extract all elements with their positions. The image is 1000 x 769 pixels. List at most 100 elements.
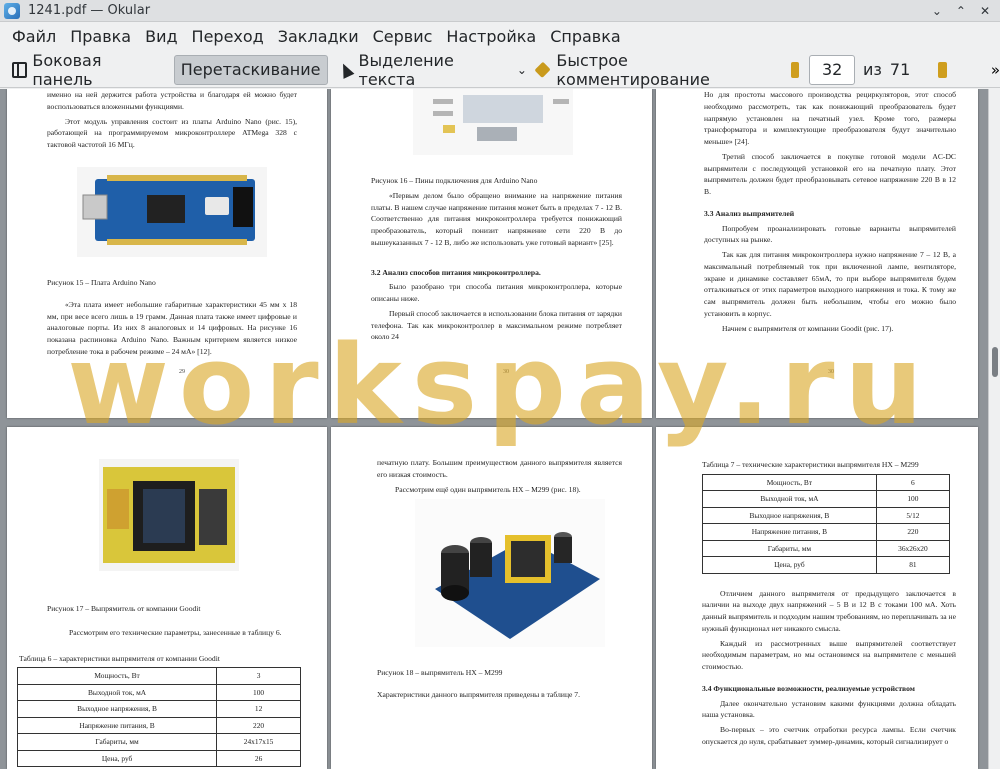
page-number-input[interactable]: 32 (809, 54, 855, 85)
menu-edit[interactable]: Правка (63, 22, 138, 52)
table-row: Мощность, Вт 3 (16, 667, 301, 685)
table-cell: 220 (875, 523, 951, 541)
maximize-icon[interactable]: ⌃ (956, 4, 966, 18)
menu-tools[interactable]: Сервис (366, 22, 440, 52)
page-32: Рисунок 17 – Выпрямитель от компании Goo… (7, 427, 327, 769)
text-select-label: Выделение текста (358, 50, 454, 89)
table-cell: Цена, руб (16, 749, 218, 768)
page-text: «Первым делом было обращено внимание на … (371, 190, 622, 247)
section-heading: 3.4 Функциональные возможности, реализуе… (702, 683, 915, 693)
more-actions-icon[interactable]: » (991, 61, 1000, 79)
page-text: Рассмотрим его технические параметры, за… (69, 627, 282, 637)
hx-m299-image (415, 499, 605, 647)
table-cell: 36х26х20 (875, 539, 951, 558)
scrollbar-thumb[interactable] (992, 347, 998, 377)
page-number: 30 (503, 369, 509, 375)
table-row: Цена, руб 81 (702, 556, 951, 574)
menu-go[interactable]: Переход (185, 22, 271, 52)
page-text: Но для простоты массового производства р… (704, 90, 956, 147)
table-row: Выходное напряжения, В 5/12 (702, 506, 951, 525)
table-cell: Мощность, Вт (16, 667, 218, 685)
page-text: Характеристики данного выпрямителя приве… (377, 689, 580, 699)
table-cell: 220 (216, 716, 301, 735)
table-row: Габариты, мм 24х17х15 (16, 733, 301, 751)
chevron-down-icon[interactable]: ⌄ (517, 63, 527, 77)
page-number: 29 (179, 369, 185, 375)
table-title: Таблица 6 – характеристики выпрямителя о… (19, 653, 220, 663)
okular-app-icon (4, 2, 20, 19)
arduino-nano-image (77, 167, 267, 257)
goodit-rectifier-illustration (103, 467, 235, 563)
pinout-illustration (433, 95, 569, 141)
quick-annotation-button[interactable]: Быстрое комментирование (531, 51, 781, 89)
table-row: Выходное напряжения, В 12 (16, 700, 301, 718)
arduino-nano-illustration (82, 175, 255, 245)
goodit-rectifier-image (99, 459, 239, 571)
menu-file[interactable]: Файл (5, 22, 63, 52)
close-icon[interactable]: ✕ (980, 4, 990, 18)
section-heading: 3.2 Анализ способов питания микроконтрол… (371, 267, 541, 277)
page-text: Попробуем проанализировать готовые вариа… (704, 223, 956, 245)
title-bar: 1241.pdf — Okular ⌄ ⌃ ✕ (0, 0, 1000, 22)
menu-settings[interactable]: Настройка (439, 22, 543, 52)
table-cell: Габариты, мм (16, 733, 218, 751)
table-6: Мощность, Вт 3 Выходной ток, мА 100 Выходн… (16, 667, 301, 768)
table-row: Выходной ток, мА 100 (702, 490, 951, 508)
minimize-icon[interactable]: ⌄ (932, 4, 942, 18)
text-select-tool-button[interactable]: Выделение текста (334, 51, 513, 89)
table-7: Мощность, Вт 6 Выходной ток, мА 100 Выходн… (702, 473, 951, 574)
table-cell: 6 (875, 473, 951, 492)
sidebar-icon (12, 61, 28, 78)
page-text: Начнем с выпрямителя от компании Goodit … (722, 323, 894, 333)
next-page-icon[interactable] (938, 61, 947, 78)
sidebar-toggle-button[interactable]: Боковая панель (6, 51, 166, 89)
annotation-icon (534, 61, 551, 78)
table-cell: 5/12 (875, 506, 951, 525)
page-of-label: из (862, 60, 882, 79)
table-row: Напряжение питания, В 220 (16, 716, 301, 735)
figure-caption: Рисунок 16 – Пины подключения для Arduin… (371, 176, 538, 185)
table-cell: Напряжение питания, В (702, 523, 877, 541)
previous-page-icon[interactable] (790, 61, 800, 78)
table-cell: 100 (216, 683, 301, 702)
menu-help[interactable]: Справка (543, 22, 628, 52)
figure-caption: Рисунок 17 – Выпрямитель от компании Goo… (47, 604, 201, 613)
page-text: Отличием данного выпрямителя от предыдущ… (702, 588, 956, 633)
vertical-scrollbar[interactable] (988, 89, 1000, 769)
page-text: Далее окончательно установим какими функ… (702, 698, 956, 720)
menu-bar: Файл Правка Вид Переход Закладки Сервис … (0, 22, 1000, 52)
page-total-label: 71 (889, 60, 911, 79)
figure-caption: Рисунок 15 – Плата Arduino Nano (47, 278, 156, 287)
document-viewport[interactable]: именно на ней держится работа устройства… (0, 89, 988, 769)
quick-annotation-label: Быстрое комментирование (556, 50, 710, 89)
table-row: Цена, руб 26 (16, 749, 301, 768)
page-34: Таблица 7 – технические характеристики в… (656, 427, 978, 769)
table-cell: 100 (875, 490, 951, 508)
table-cell: 81 (875, 556, 951, 574)
page-text: Было разобрано три способа питания микро… (371, 282, 622, 304)
hx-m299-illustration (435, 532, 600, 639)
cursor-icon (337, 60, 354, 79)
table-cell: Выходной ток, мА (16, 683, 218, 702)
page-text: Каждый из рассмотренных выше выпрямителе… (702, 638, 956, 672)
table-cell: Напряжение питания, В (16, 716, 218, 735)
table-cell: Выходное напряжения, В (702, 506, 877, 525)
browse-tool-label: Перетаскивание (180, 60, 321, 79)
page-text: «Эта плата имеет небольшие габаритные ха… (47, 299, 297, 356)
menu-view[interactable]: Вид (138, 22, 184, 52)
table-cell: Выходное напряжения, В (16, 700, 218, 718)
window-title: 1241.pdf — Okular (28, 3, 151, 18)
page-29: именно на ней держится работа устройства… (7, 89, 327, 418)
table-cell: Цена, руб (702, 556, 877, 574)
page-text: Во-первых – это счетчик отработки ресурс… (702, 725, 956, 746)
table-cell: Выходной ток, мА (702, 490, 877, 508)
pinout-image (413, 89, 573, 155)
table-title: Таблица 7 – технические характеристики в… (702, 460, 919, 469)
browse-tool-button[interactable]: Перетаскивание (173, 54, 328, 85)
page-31: Но для простоты массового производства р… (656, 89, 978, 418)
page-text: печатную плату. Большим преимуществом да… (377, 458, 622, 479)
menu-bookmarks[interactable]: Закладки (271, 22, 366, 52)
page-text: Первый способ заключается в использовани… (371, 308, 622, 342)
page-30: Рисунок 16 – Пины подключения для Arduin… (331, 89, 652, 418)
table-cell: 12 (216, 700, 301, 718)
